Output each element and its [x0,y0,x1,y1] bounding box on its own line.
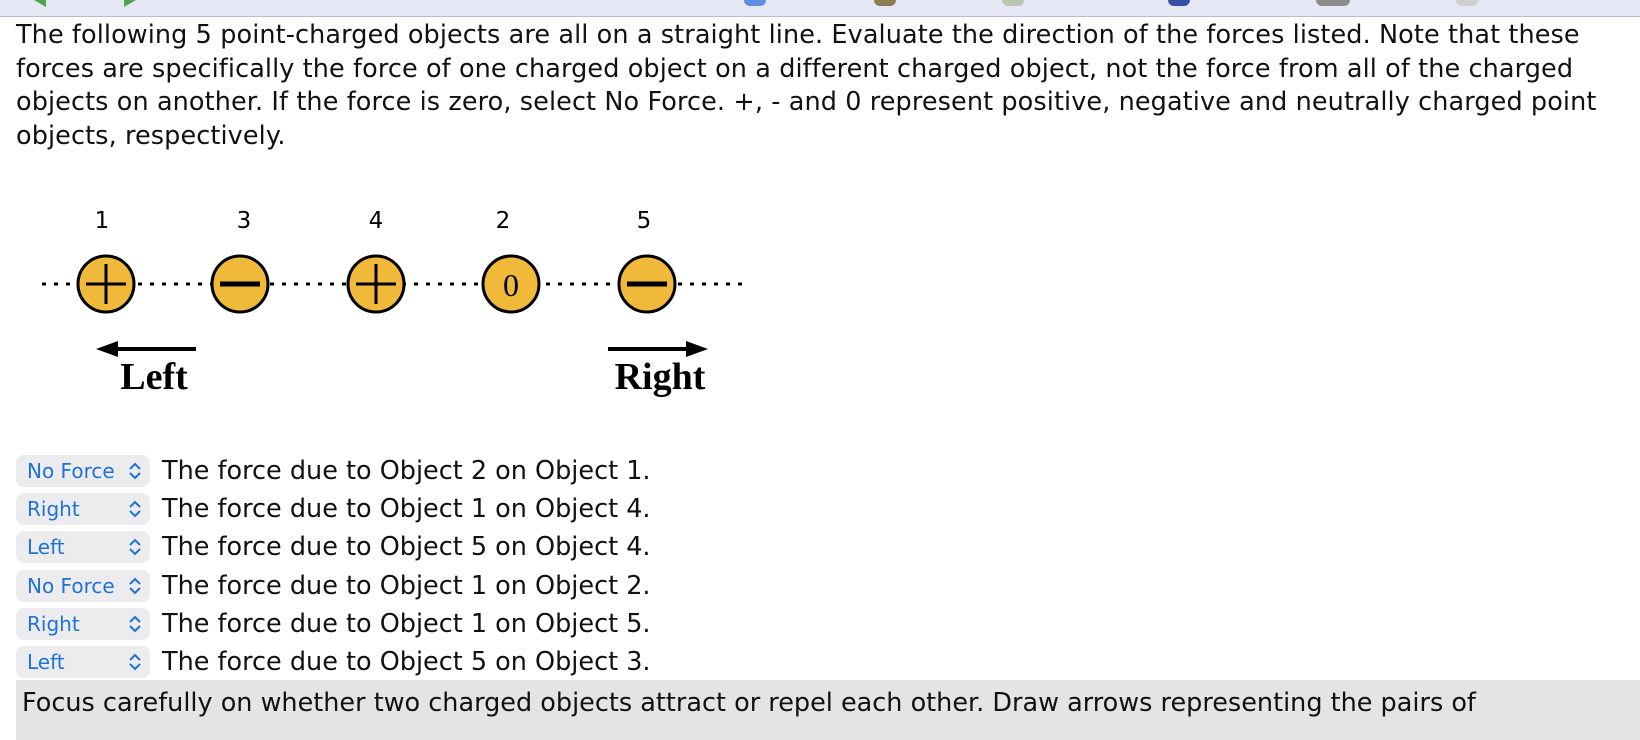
circle-icon[interactable] [744,0,766,6]
answer-select[interactable]: No Force [16,569,150,602]
select-value: No Force [27,573,115,598]
charge-object: 5 [617,208,677,314]
question-text: The force due to Object 1 on Object 4. [162,494,651,525]
folder-icon[interactable] [874,0,896,6]
charge-object: 2 0 [481,208,541,314]
left-direction-arrow: Left [96,341,196,398]
feedback-text: Focus carefully on whether two charged o… [22,688,1476,718]
charge-diagram-svg: 1 3 4 2 0 5 Left Right [42,208,745,398]
back-arrow-icon[interactable] [34,0,46,7]
question-row: No Force The force due to Object 1 on Ob… [16,567,651,605]
select-value: Left [27,535,65,560]
chevron-up-down-icon [129,539,141,556]
question-row: Left The force due to Object 5 on Object… [16,643,651,681]
question-text: The force due to Object 5 on Object 4. [162,532,651,563]
disc-icon[interactable] [1316,0,1350,6]
question-row: Right The force due to Object 1 on Objec… [16,605,651,643]
charge-object: 1 [76,208,136,314]
question-text: The force due to Object 1 on Object 5. [162,608,651,639]
page-icon[interactable] [1456,0,1478,6]
object-label: 2 [496,208,511,234]
right-direction-arrow: Right [608,341,708,398]
charge-object: 3 [210,208,270,314]
forward-arrow-icon[interactable] [124,0,136,7]
question-list: No Force The force due to Object 2 on Ob… [16,452,651,681]
neutral-sign: 0 [503,267,519,303]
browser-toolbar [0,0,1640,17]
object-label: 5 [637,208,652,234]
charge-diagram: 1 3 4 2 0 5 Left Right [30,198,770,413]
answer-select[interactable]: Left [16,531,150,564]
question-row: Right The force due to Object 1 on Objec… [16,490,651,528]
object-label: 1 [95,208,110,234]
answer-select[interactable]: No Force [16,455,150,488]
object-label: 3 [237,208,252,234]
select-value: No Force [27,459,115,484]
answer-select[interactable]: Right [16,493,150,526]
object-label: 4 [369,208,384,234]
left-label: Left [120,356,188,398]
select-value: Right [27,611,80,636]
problem-intro: The following 5 point-charged objects ar… [16,20,1597,151]
select-value: Left [27,650,65,675]
right-arrow-icon [686,341,708,357]
answer-select[interactable]: Left [16,646,150,679]
answer-select[interactable]: Right [16,607,150,640]
question-text: The force due to Object 5 on Object 3. [162,647,651,678]
chevron-up-down-icon [129,500,141,518]
chevron-up-down-icon [129,653,141,671]
chevron-up-down-icon [129,577,141,595]
document-icon[interactable] [1002,0,1024,6]
question-text: The force due to Object 1 on Object 2. [162,570,651,601]
question-row: No Force The force due to Object 2 on Ob… [16,452,651,490]
left-arrow-icon [96,341,118,357]
feedback-box: Focus carefully on whether two charged o… [16,680,1640,740]
question-row: Left The force due to Object 5 on Object… [16,528,651,566]
book-icon[interactable] [1168,0,1190,6]
charge-object: 4 [346,208,406,314]
right-label: Right [615,356,706,398]
question-text: The force due to Object 2 on Object 1. [162,456,651,487]
chevron-up-down-icon [129,462,141,480]
chevron-up-down-icon [129,615,141,633]
select-value: Right [27,497,80,522]
